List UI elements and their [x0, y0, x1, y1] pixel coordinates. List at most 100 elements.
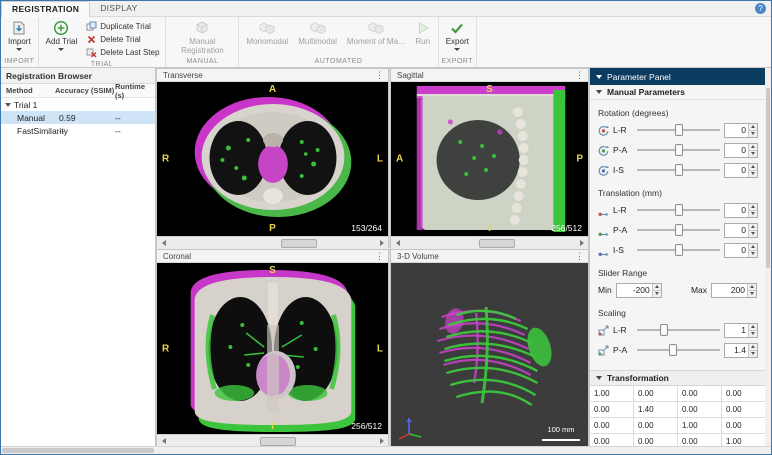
matrix-cell[interactable]: 0.00 — [634, 434, 678, 446]
spin-down-button[interactable] — [749, 350, 757, 357]
tab-display[interactable]: DISPLAY — [90, 1, 147, 17]
slice-slider[interactable] — [391, 236, 588, 249]
scaling-lr-input[interactable] — [725, 324, 748, 337]
slider-track[interactable] — [170, 237, 375, 250]
rotation-is-slider[interactable] — [637, 162, 720, 178]
slider-track[interactable] — [404, 237, 575, 250]
spin-down-button[interactable] — [749, 250, 757, 257]
kebab-menu-icon[interactable]: ⋮ — [575, 70, 584, 81]
column-accuracy[interactable]: Accuracy (SSIM) — [55, 86, 115, 95]
scaling-lr-slider[interactable] — [637, 322, 720, 338]
matrix-cell[interactable]: 0.00 — [722, 402, 765, 418]
export-button[interactable]: Export — [442, 19, 473, 52]
max-input[interactable] — [712, 284, 747, 297]
transverse-slice-image[interactable]: A R L P 153/264 — [157, 82, 388, 236]
slice-slider[interactable] — [157, 236, 388, 249]
slider-thumb[interactable] — [675, 244, 683, 256]
monomodal-button[interactable]: Monomodal — [242, 19, 292, 47]
slider-thumb[interactable] — [260, 437, 296, 446]
scrollbar-thumb[interactable] — [766, 88, 770, 268]
moment-of-mass-button[interactable]: Moment of Ma... — [343, 19, 409, 47]
slider-thumb[interactable] — [675, 124, 683, 136]
matrix-cell[interactable]: 1.00 — [678, 418, 722, 434]
slider-left-arrow[interactable] — [157, 237, 170, 250]
spin-down-button[interactable] — [748, 290, 756, 297]
translation-pa-input[interactable] — [725, 224, 748, 237]
matrix-cell[interactable]: 0.00 — [590, 418, 634, 434]
sagittal-slice-image[interactable]: S A P I 256/512 — [391, 82, 588, 236]
slider-thumb[interactable] — [675, 164, 683, 176]
spin-down-button[interactable] — [749, 210, 757, 217]
translation-is-slider[interactable] — [637, 242, 720, 258]
rotation-is-input[interactable] — [725, 164, 748, 177]
slider-thumb[interactable] — [479, 239, 515, 248]
manual-parameters-header[interactable]: Manual Parameters — [590, 85, 765, 100]
rotation-lr-slider[interactable] — [637, 122, 720, 138]
translation-row-pa: P-A — [590, 220, 765, 240]
spin-down-button[interactable] — [749, 150, 757, 157]
spin-down-button[interactable] — [749, 230, 757, 237]
matrix-cell[interactable]: 0.00 — [634, 386, 678, 402]
slider-thumb[interactable] — [675, 204, 683, 216]
import-button[interactable]: Import — [4, 19, 35, 52]
matrix-cell[interactable]: 0.00 — [634, 418, 678, 434]
add-trial-button[interactable]: Add Trial — [42, 19, 82, 52]
translation-pa-slider[interactable] — [637, 222, 720, 238]
delete-trial-button[interactable]: Delete Trial — [83, 33, 162, 46]
translation-lr-input[interactable] — [725, 204, 748, 217]
browser-row-manual[interactable]: Manual 0.59 -- — [1, 111, 155, 124]
delete-last-step-button[interactable]: Delete Last Step — [83, 46, 162, 59]
duplicate-trial-button[interactable]: Duplicate Trial — [83, 20, 162, 33]
matrix-cell[interactable]: 0.00 — [590, 402, 634, 418]
spin-down-button[interactable] — [749, 170, 757, 177]
spin-down-button[interactable] — [749, 330, 757, 337]
rotation-pa-slider[interactable] — [637, 142, 720, 158]
matrix-cell[interactable]: 0.00 — [722, 386, 765, 402]
matrix-cell[interactable]: 0.00 — [678, 386, 722, 402]
manual-registration-button[interactable]: Manual Registration — [169, 19, 235, 56]
kebab-menu-icon[interactable]: ⋮ — [375, 70, 384, 81]
spin-down-button[interactable] — [749, 130, 757, 137]
axis-label: L-R — [613, 125, 633, 135]
matrix-cell[interactable]: 0.00 — [678, 402, 722, 418]
matrix-cell[interactable]: 1.40 — [634, 402, 678, 418]
volume-render-image[interactable]: 100 mm — [391, 263, 588, 447]
slider-thumb[interactable] — [660, 324, 668, 336]
tab-registration[interactable]: REGISTRATION — [1, 1, 90, 17]
slider-thumb[interactable] — [669, 344, 677, 356]
bottom-scrollbar[interactable] — [1, 446, 771, 454]
spin-down-button[interactable] — [653, 290, 661, 297]
matrix-cell[interactable]: 1.00 — [590, 386, 634, 402]
column-method[interactable]: Method — [1, 86, 55, 95]
slider-thumb[interactable] — [675, 224, 683, 236]
help-button[interactable]: ? — [755, 3, 766, 14]
matrix-cell[interactable]: 0.00 — [678, 434, 722, 446]
scaling-pa-slider[interactable] — [637, 342, 720, 358]
scrollbar-thumb[interactable] — [2, 448, 154, 453]
coronal-slice-image[interactable]: S R L I 256/512 — [157, 263, 388, 434]
matrix-cell[interactable]: 1.00 — [722, 434, 765, 446]
kebab-menu-icon[interactable]: ⋮ — [575, 251, 584, 262]
run-button[interactable]: Run — [411, 19, 435, 47]
min-input[interactable] — [617, 284, 652, 297]
parameter-panel-scrollbar[interactable] — [765, 68, 771, 446]
matrix-cell[interactable]: 0.00 — [590, 434, 634, 446]
slider-right-arrow[interactable] — [575, 237, 588, 250]
parameter-panel-header[interactable]: Parameter Panel — [590, 68, 765, 85]
slider-thumb[interactable] — [281, 239, 317, 248]
slider-thumb[interactable] — [675, 144, 683, 156]
kebab-menu-icon[interactable]: ⋮ — [375, 251, 384, 262]
translation-is-input[interactable] — [725, 244, 748, 257]
slider-right-arrow[interactable] — [375, 237, 388, 250]
translation-lr-slider[interactable] — [637, 202, 720, 218]
matrix-cell[interactable]: 0.00 — [722, 418, 765, 434]
column-runtime[interactable]: Runtime (s) — [115, 82, 155, 100]
transformation-header[interactable]: Transformation — [590, 370, 765, 386]
rotation-lr-input[interactable] — [725, 124, 748, 137]
rotation-pa-input[interactable] — [725, 144, 748, 157]
multimodal-button[interactable]: Multimodal — [294, 19, 341, 47]
trial-group-row[interactable]: Trial 1 — [1, 98, 155, 111]
browser-row-fastsimilarity[interactable]: FastSimilarity -- -- — [1, 124, 155, 137]
scaling-pa-input[interactable] — [725, 344, 748, 357]
slider-left-arrow[interactable] — [391, 237, 404, 250]
